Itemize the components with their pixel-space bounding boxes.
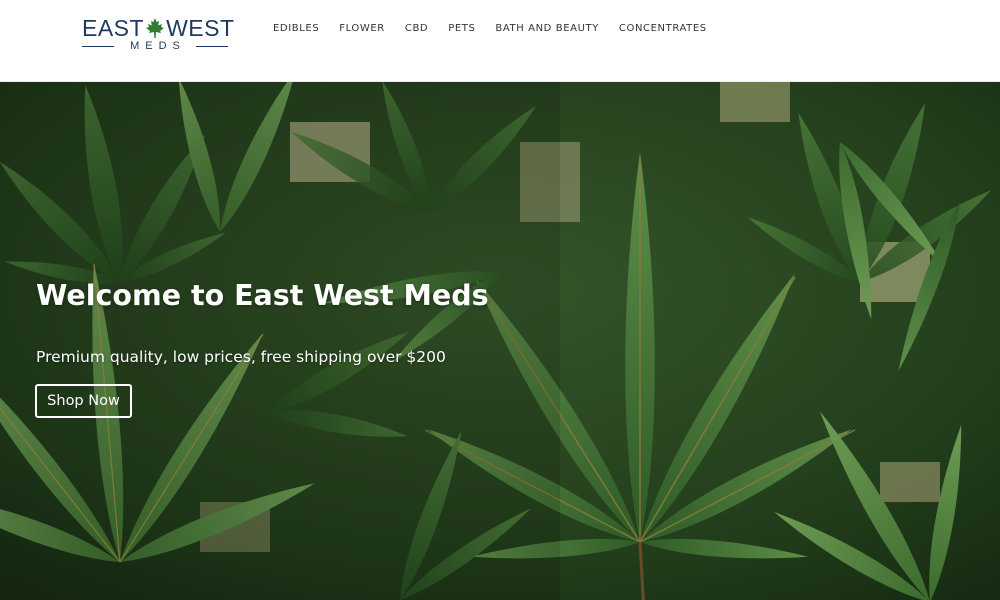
nav-item-edibles[interactable]: EDIBLES — [273, 22, 319, 36]
logo-wordmark: EAST WEST — [82, 15, 234, 41]
hero-banner: Welcome to East West Meds Premium qualit… — [0, 82, 1000, 600]
nav-item-concentrates[interactable]: CONCENTRATES — [619, 22, 707, 36]
hero-title: Welcome to East West Meds — [36, 279, 489, 312]
shop-now-button[interactable]: Shop Now — [35, 384, 132, 418]
nav-item-bath-and-beauty[interactable]: BATH AND BEAUTY — [495, 22, 599, 36]
hero-background-image — [0, 82, 1000, 600]
logo-subtext: MEDS — [130, 40, 186, 52]
nav-item-flower[interactable]: FLOWER — [339, 22, 385, 36]
main-nav: EDIBLES FLOWER CBD PETS BATH AND BEAUTY … — [273, 22, 727, 36]
nav-item-cbd[interactable]: CBD — [405, 22, 428, 36]
logo-text-east: EAST — [82, 15, 145, 41]
site-logo[interactable]: EAST WEST MEDS — [82, 15, 234, 55]
maple-leaf-icon — [146, 18, 165, 38]
nav-item-pets[interactable]: PETS — [448, 22, 475, 36]
site-header: EAST WEST MEDS EDIBLES FLOWER CBD PETS B… — [0, 0, 1000, 82]
hero-subtitle: Premium quality, low prices, free shippi… — [36, 348, 446, 366]
logo-text-west: WEST — [166, 15, 235, 41]
